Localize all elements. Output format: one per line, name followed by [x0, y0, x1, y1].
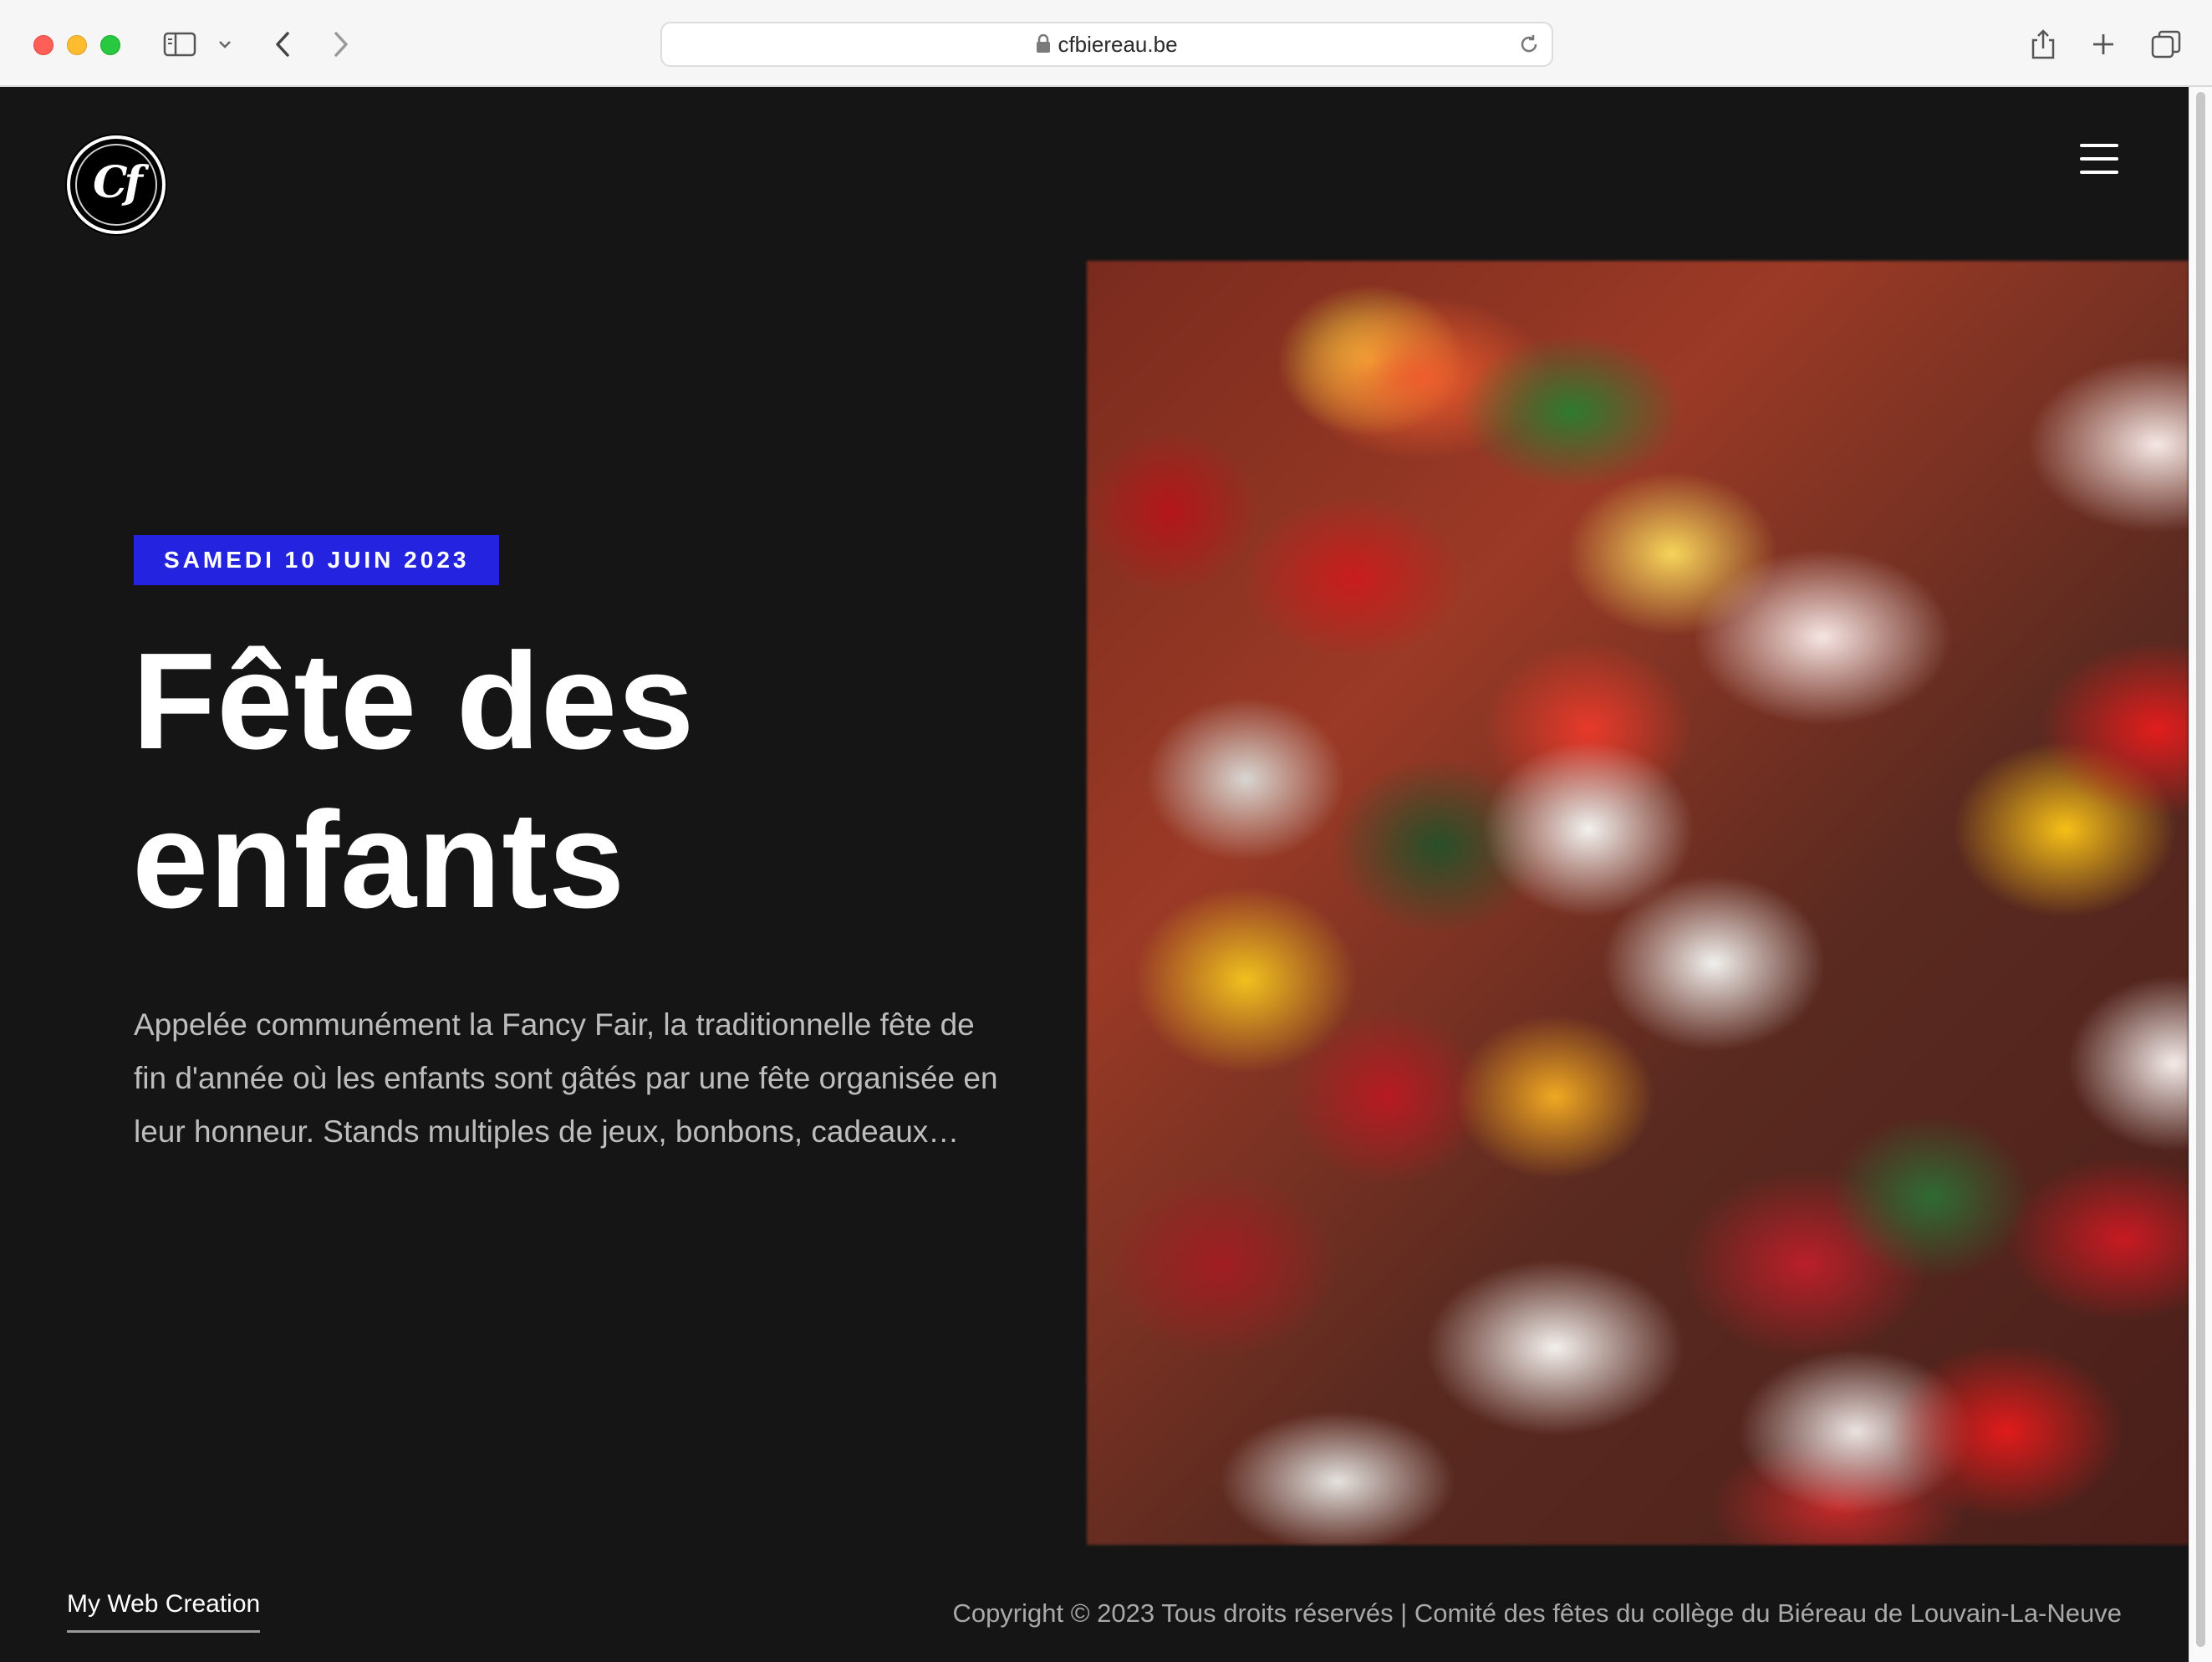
hero-description: Appelée communément la Fancy Fair, la tr…: [134, 1007, 998, 1149]
title-line-2: enfants: [132, 783, 626, 936]
site-logo[interactable]: Cf: [67, 135, 166, 234]
footer-copyright: Copyright © 2023 Tous droits réservés | …: [952, 1598, 2122, 1628]
browser-toolbar: cfbiereau.be: [0, 0, 2212, 87]
plus-icon: [2093, 34, 2113, 54]
sidebar-toggle-button[interactable]: [159, 25, 201, 64]
url-text: cfbiereau.be: [1058, 32, 1178, 57]
back-button[interactable]: [266, 25, 299, 64]
share-button[interactable]: [2026, 25, 2060, 64]
menu-button[interactable]: [2080, 144, 2118, 174]
zoom-window-button[interactable]: [100, 35, 120, 55]
forward-button[interactable]: [324, 25, 358, 64]
minimize-window-button[interactable]: [67, 35, 87, 55]
page-title: Fête des enfants: [132, 622, 1052, 940]
reload-icon[interactable]: [1518, 33, 1540, 55]
chevron-down-icon: [219, 41, 231, 48]
scrollbar[interactable]: [2189, 87, 2212, 1662]
web-page: Cf SAMEDI 10 JUIN 2023 Fête des enfants …: [0, 87, 2189, 1662]
sidebar-icon: [163, 32, 196, 57]
logo-text: Cf: [93, 157, 143, 208]
address-bar[interactable]: cfbiereau.be: [660, 22, 1553, 67]
share-icon: [2031, 29, 2055, 59]
chevron-left-icon: [276, 32, 289, 57]
scrollbar-thumb[interactable]: [2196, 92, 2205, 1647]
hero-image: [1087, 261, 2189, 1545]
title-line-1: Fête des: [132, 625, 696, 777]
chevron-right-icon: [334, 32, 348, 57]
tab-overview-button[interactable]: [2148, 25, 2184, 64]
lock-icon: [1037, 33, 1051, 54]
tab-group-dropdown[interactable]: [212, 25, 237, 64]
tabs-icon: [2151, 30, 2181, 59]
footer-credit-link[interactable]: My Web Creation: [67, 1590, 261, 1633]
new-tab-button[interactable]: [2087, 25, 2120, 64]
close-window-button[interactable]: [33, 35, 54, 55]
date-badge: SAMEDI 10 JUIN 2023: [134, 535, 500, 585]
